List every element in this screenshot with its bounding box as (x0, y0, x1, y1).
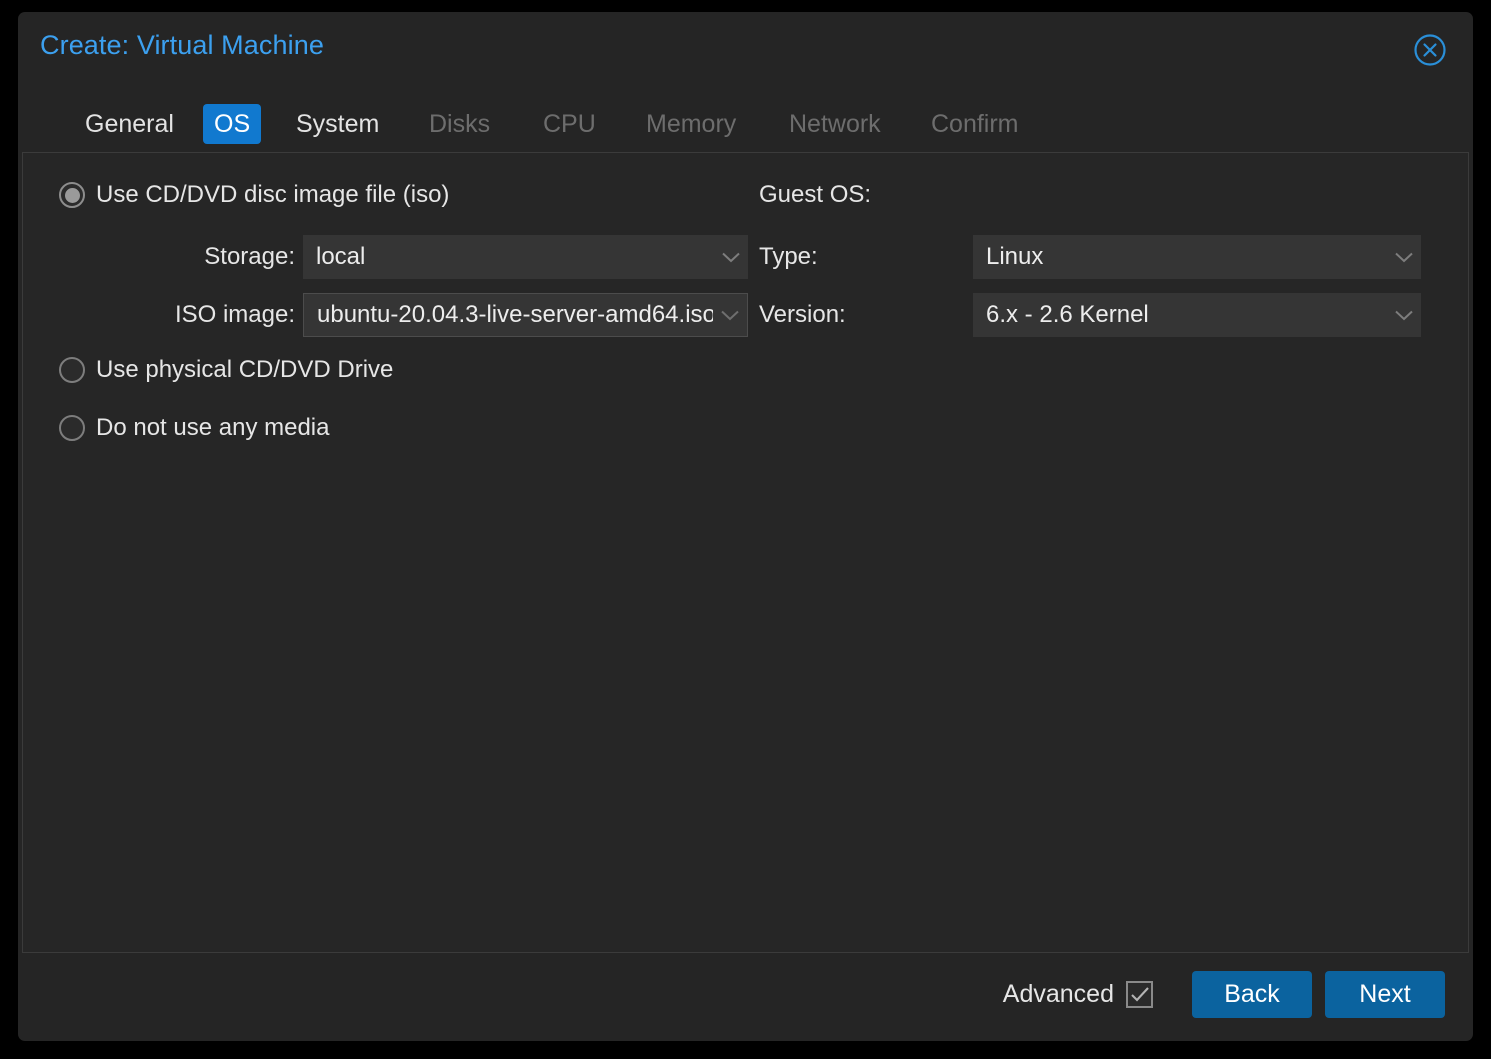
os-type-select[interactable]: Linux (973, 235, 1421, 279)
radio-use-physical-drive[interactable]: Use physical CD/DVD Drive (59, 356, 393, 384)
tab-confirm: Confirm (931, 110, 1019, 138)
iso-image-field-row: ISO image: ubuntu-20.04.3-live-server-am… (59, 293, 748, 337)
chevron-down-icon (713, 310, 747, 321)
os-type-label: Type: (759, 243, 818, 270)
back-button[interactable]: Back (1192, 971, 1312, 1018)
radio-use-iso-file[interactable]: Use CD/DVD disc image file (iso) (59, 181, 449, 209)
wizard-tab-bar: General OS System Disks CPU Memory Netwo… (18, 104, 1473, 156)
iso-image-value: ubuntu-20.04.3-live-server-amd64.iso (317, 301, 713, 328)
radio-no-media[interactable]: Do not use any media (59, 414, 329, 442)
storage-field-row: Storage: local (59, 235, 748, 279)
tab-cpu: CPU (543, 110, 596, 138)
storage-select[interactable]: local (303, 235, 748, 279)
tab-disks: Disks (429, 110, 491, 138)
storage-value: local (316, 243, 366, 270)
radio-label-physical: Use physical CD/DVD Drive (96, 356, 394, 383)
iso-image-select[interactable]: ubuntu-20.04.3-live-server-amd64.iso (303, 293, 748, 337)
chevron-down-icon (1387, 252, 1421, 263)
tab-system[interactable]: System (285, 104, 390, 144)
os-version-value: 6.x - 2.6 Kernel (986, 301, 1149, 328)
storage-label: Storage: (204, 243, 295, 270)
radio-indicator-no-media (59, 415, 85, 441)
advanced-label: Advanced (1002, 980, 1114, 1008)
radio-indicator-iso (59, 182, 85, 208)
dialog-titlebar: Create: Virtual Machine (18, 12, 1473, 90)
checkmark-icon (1130, 986, 1149, 1002)
os-type-field-row: Type: Linux (759, 235, 1421, 279)
guest-os-heading: Guest OS: (759, 181, 872, 208)
os-version-select[interactable]: 6.x - 2.6 Kernel (973, 293, 1421, 337)
tab-general[interactable]: General (74, 104, 185, 144)
radio-label-iso: Use CD/DVD disc image file (iso) (96, 181, 450, 208)
tab-os[interactable]: OS (203, 104, 262, 144)
dialog-title: Create: Virtual Machine (40, 30, 324, 60)
dialog-footer: Advanced Back Next (18, 954, 1473, 1041)
os-version-label: Version: (759, 301, 846, 328)
radio-label-no-media: Do not use any media (96, 414, 330, 441)
chevron-down-icon (714, 252, 748, 263)
os-version-field-row: Version: 6.x - 2.6 Kernel (759, 293, 1421, 337)
iso-image-label: ISO image: (174, 301, 295, 328)
os-type-value: Linux (986, 243, 1044, 270)
next-button[interactable]: Next (1325, 971, 1445, 1018)
close-circle-icon[interactable] (1413, 33, 1447, 67)
tab-memory: Memory (646, 110, 737, 138)
advanced-checkbox[interactable] (1126, 981, 1153, 1008)
radio-indicator-physical (59, 357, 85, 383)
create-virtual-machine-dialog: Create: Virtual Machine General OS Syste… (18, 12, 1473, 1041)
dialog-body-panel: Use CD/DVD disc image file (iso) Storage… (22, 152, 1469, 953)
tab-network: Network (789, 110, 881, 138)
chevron-down-icon (1387, 310, 1421, 321)
